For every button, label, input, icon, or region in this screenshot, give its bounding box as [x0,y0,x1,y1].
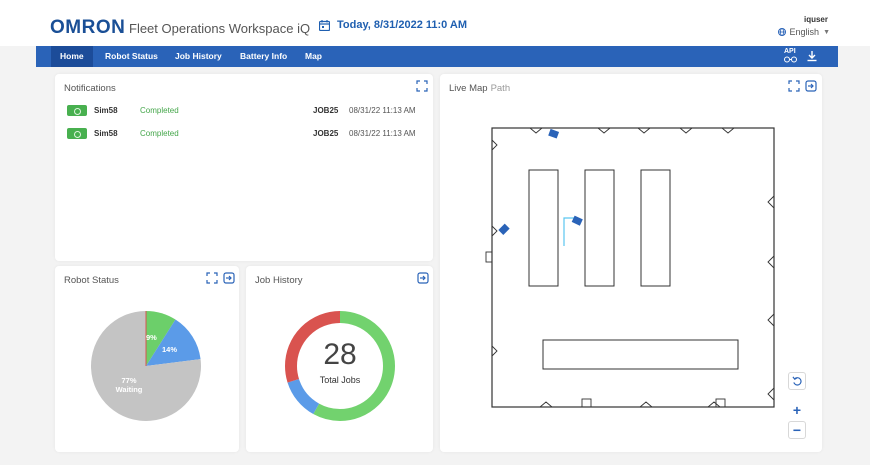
notification-status: Completed [140,105,179,115]
warehouse-map[interactable] [480,118,785,418]
robot-marker [498,223,510,235]
notification-status: Completed [140,128,179,138]
map-door [485,251,493,263]
live-map-title: Live Map Path [449,83,510,94]
language-label: English [789,27,820,37]
date-display[interactable]: Today, 8/31/2022 11:0 AM [319,19,467,31]
total-jobs-label: Total Jobs [319,375,361,385]
robot-marker [571,215,583,226]
notification-job: JOB25 [313,105,339,115]
live-map-title-text: Live Map [449,83,488,94]
globe-icon [777,28,786,36]
robot-status-pie-chart [91,311,202,421]
map-rack [528,169,559,287]
notification-job: JOB25 [313,128,339,138]
map-rack [542,339,739,370]
tab-battery-info[interactable]: Battery Info [231,46,296,67]
notification-row[interactable]: Sim58 Completed JOB25 08/31/22 11:13 AM [67,126,435,140]
pie-label-14: 14% [162,345,178,354]
notifications-panel: Notifications Sim58 Completed JOB25 08/3… [55,74,433,261]
app-title: Fleet Operations Workspace iQ [129,21,311,36]
header: OMRON Fleet Operations Workspace iQ Toda… [0,0,870,46]
api-button[interactable]: API [784,48,797,63]
robot-icon [67,127,87,139]
notifications-title: Notifications [64,83,116,94]
map-door [715,398,726,408]
tab-robot-status[interactable]: Robot Status [96,46,167,67]
expand-icon[interactable] [416,80,428,92]
robot-icon [67,104,87,116]
total-jobs-count: 28 [323,338,357,371]
omron-logo: OMRON [50,17,126,38]
calendar-icon [319,19,330,31]
user-name[interactable]: iquser [804,15,828,24]
live-map-path-toggle[interactable]: Path [491,83,511,94]
reset-view-button[interactable] [788,372,806,390]
api-label: API [784,48,796,55]
robot-marker [548,128,560,139]
tab-job-history[interactable]: Job History [166,46,231,67]
pie-sublabel-waiting: Waiting [115,385,143,394]
pie-percent-waiting: 77% [121,376,137,385]
zoom-out-button[interactable]: − [788,421,806,439]
expand-icon[interactable] [788,80,800,92]
export-icon[interactable] [805,80,817,92]
pie-label-77: 77% Waiting [113,376,145,394]
date-text: Today, 8/31/2022 11:0 AM [337,19,468,31]
zoom-in-button[interactable]: + [788,402,806,420]
notification-robot: Sim58 [94,128,118,138]
notification-robot: Sim58 [94,105,118,115]
main-nav: Home Robot Status Job History Battery In… [36,46,838,67]
rotate-icon [791,376,802,386]
notification-time: 08/31/22 11:13 AM [349,105,416,115]
map-door [581,398,592,408]
tab-home[interactable]: Home [51,46,93,67]
language-selector[interactable]: English ▼ [777,27,830,37]
download-icon[interactable] [806,50,818,62]
tab-map[interactable]: Map [296,46,331,67]
map-rack [640,169,671,287]
notification-time: 08/31/22 11:13 AM [349,128,416,138]
chevron-down-icon: ▼ [823,28,830,36]
notification-row[interactable]: Sim58 Completed JOB25 08/31/22 11:13 AM [67,103,435,117]
api-icon [784,56,797,63]
map-rack [584,169,615,287]
pie-label-9: 9% [146,333,157,342]
